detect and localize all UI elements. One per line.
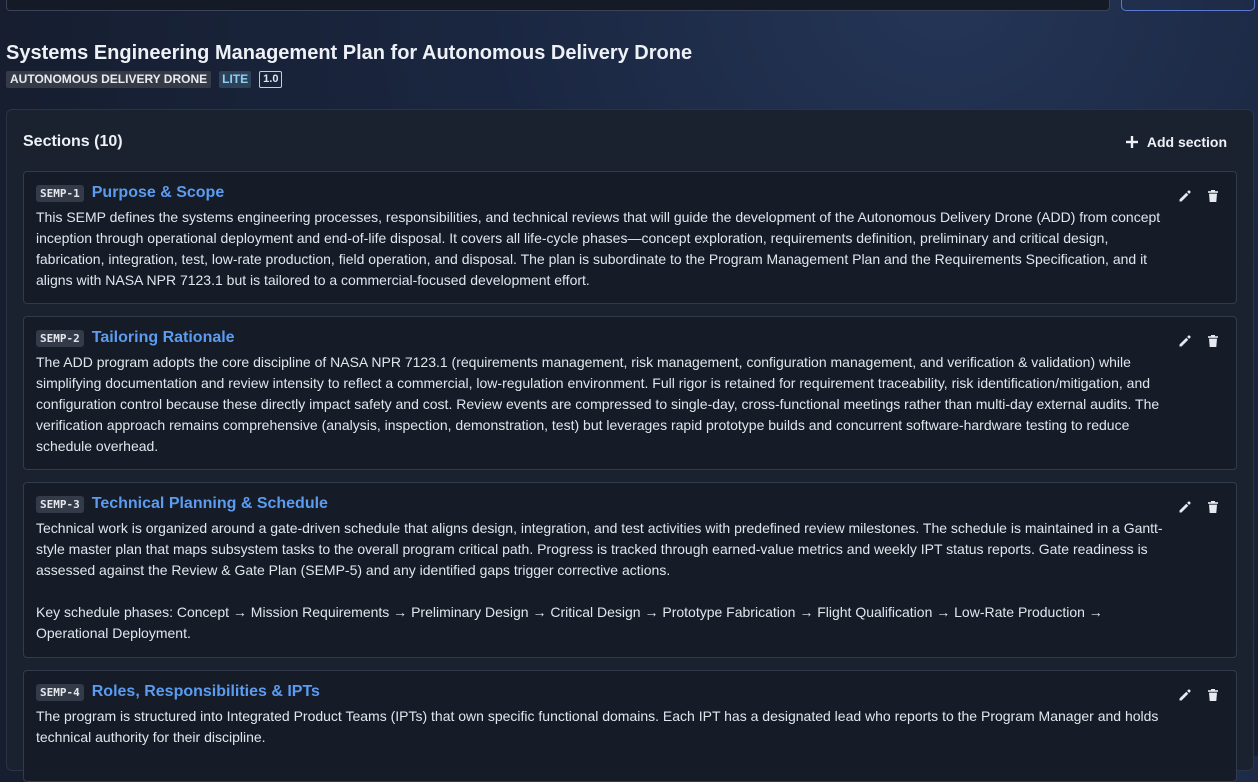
trash-icon[interactable] <box>1206 189 1220 203</box>
trash-icon[interactable] <box>1206 334 1220 348</box>
version-tag: 1.0 <box>259 71 283 88</box>
section-paragraph: Technical work is organized around a gat… <box>36 520 1163 578</box>
product-tag: AUTONOMOUS DELIVERY DRONE <box>6 71 212 88</box>
section-actions <box>1178 334 1220 348</box>
plus-icon <box>1125 135 1139 149</box>
tag-row: AUTONOMOUS DELIVERY DRONE LITE 1.0 <box>6 71 283 88</box>
section-id-badge: SEMP-1 <box>36 184 84 202</box>
pencil-icon[interactable] <box>1178 500 1192 514</box>
section-card-header: SEMP-1 Purpose & Scope <box>36 184 224 202</box>
section-body: This SEMP defines the systems engineerin… <box>36 207 1166 291</box>
section-title-link[interactable]: Tailoring Rationale <box>92 329 235 347</box>
section-body: Technical work is organized around a gat… <box>36 518 1166 644</box>
section-card-semp-3: SEMP-3 Technical Planning & Schedule Tec… <box>23 482 1237 658</box>
section-card-header: SEMP-2 Tailoring Rationale <box>36 329 235 347</box>
trash-icon[interactable] <box>1206 500 1220 514</box>
trash-icon[interactable] <box>1206 688 1220 702</box>
pencil-icon[interactable] <box>1178 189 1192 203</box>
section-card-semp-2: SEMP-2 Tailoring Rationale The ADD progr… <box>23 316 1237 470</box>
section-id-badge: SEMP-2 <box>36 329 84 347</box>
section-card-semp-1: SEMP-1 Purpose & Scope This SEMP defines… <box>23 171 1237 304</box>
top-action-button[interactable] <box>1121 0 1255 11</box>
section-paragraph: Key schedule phases: Concept → Mission R… <box>36 604 1103 641</box>
search-input[interactable] <box>6 0 1110 11</box>
section-body: The ADD program adopts the core discipli… <box>36 352 1166 457</box>
level-tag: LITE <box>219 71 252 88</box>
section-id-badge: SEMP-4 <box>36 683 84 701</box>
section-title-link[interactable]: Roles, Responsibilities & IPTs <box>92 683 320 701</box>
section-card-header: SEMP-3 Technical Planning & Schedule <box>36 495 328 513</box>
sections-panel: Sections (10) Add section SEMP-1 Purpose… <box>6 109 1254 782</box>
section-title-link[interactable]: Technical Planning & Schedule <box>92 495 328 513</box>
section-actions <box>1178 688 1220 702</box>
section-actions <box>1178 500 1220 514</box>
section-title-link[interactable]: Purpose & Scope <box>92 184 224 202</box>
pencil-icon[interactable] <box>1178 688 1192 702</box>
page-title: Systems Engineering Management Plan for … <box>6 42 693 64</box>
section-paragraph: This SEMP defines the systems engineerin… <box>36 209 1161 288</box>
section-paragraph: The ADD program adopts the core discipli… <box>36 354 1160 454</box>
pencil-icon[interactable] <box>1178 334 1192 348</box>
section-actions <box>1178 189 1220 203</box>
add-section-button[interactable]: Add section <box>1125 134 1227 150</box>
sections-heading: Sections (10) <box>23 133 123 150</box>
section-card-header: SEMP-4 Roles, Responsibilities & IPTs <box>36 683 320 701</box>
section-body: The program is structured into Integrate… <box>36 706 1166 748</box>
section-card-semp-4: SEMP-4 Roles, Responsibilities & IPTs Th… <box>23 670 1237 782</box>
section-id-badge: SEMP-3 <box>36 495 84 513</box>
section-paragraph: The program is structured into Integrate… <box>36 708 1159 745</box>
add-section-label: Add section <box>1146 134 1227 150</box>
